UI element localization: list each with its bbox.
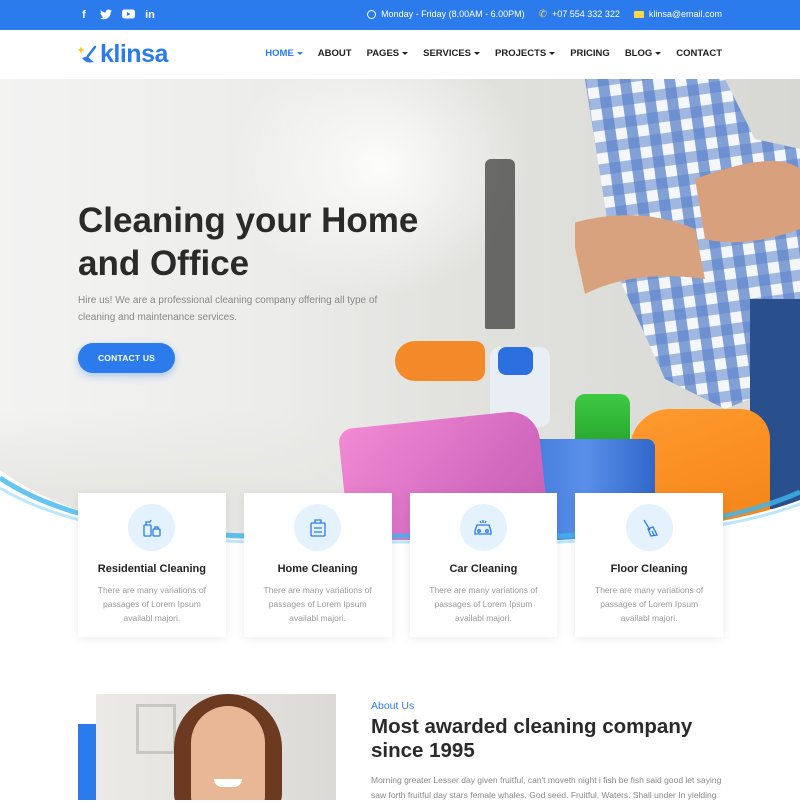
car-icon <box>474 519 493 535</box>
main-navbar: klinsa HOME ABOUT PAGES SERVICES PROJECTS PRI… <box>0 30 800 79</box>
about-photo-woman <box>96 694 336 800</box>
cleaning-supplies-icon <box>143 519 161 537</box>
youtube-icon[interactable] <box>122 9 135 21</box>
chevron-down-icon <box>296 52 303 55</box>
contact-us-button[interactable]: CONTACT US <box>78 343 175 373</box>
twitter-icon[interactable] <box>100 9 112 21</box>
about-title: Most awarded cleaning company since 1995 <box>371 715 693 762</box>
phone-number[interactable]: ✆ +07 554 332 322 <box>539 9 620 19</box>
about-label: About Us <box>371 700 415 712</box>
nav-item-about[interactable]: ABOUT <box>318 48 352 59</box>
service-text: There are many variations of passages of… <box>429 585 538 623</box>
nav-item-home[interactable]: HOME <box>265 48 303 59</box>
site-logo[interactable]: klinsa <box>78 40 168 69</box>
green-bottle <box>575 394 630 444</box>
service-title: Residential Cleaning <box>97 563 206 575</box>
service-text: There are many variations of passages of… <box>97 585 206 623</box>
clock-icon <box>367 9 377 19</box>
nav-item-contact[interactable]: CONTACT <box>676 48 722 59</box>
sparkle-broom-icon <box>78 44 98 66</box>
chevron-down-icon <box>655 52 662 55</box>
nav-menu: HOME ABOUT PAGES SERVICES PROJECTS PRICING BLO… <box>265 48 722 59</box>
service-card[interactable]: Residential Cleaning There are many vari… <box>78 493 226 637</box>
chevron-down-icon <box>402 52 409 55</box>
service-title: Floor Cleaning <box>610 563 688 575</box>
service-card[interactable]: Floor Cleaning There are many variations… <box>575 493 723 637</box>
service-text: There are many variations of passages of… <box>595 585 704 623</box>
phone-icon: ✆ <box>538 8 548 20</box>
services-cards: Residential Cleaning There are many vari… <box>78 493 723 637</box>
icon-circle <box>625 504 673 551</box>
facebook-icon[interactable]: f <box>78 9 90 21</box>
service-title: Home Cleaning <box>277 563 358 575</box>
service-card[interactable]: Car Cleaning There are many variations o… <box>409 493 558 637</box>
email-address[interactable]: klinsa@email.com <box>633 9 722 19</box>
linkedin-icon[interactable]: in <box>144 9 156 21</box>
top-bar: f in Monday - Friday (8.00AM - 6.00PM) ✆… <box>0 0 800 30</box>
home-cleaning-icon <box>309 518 326 537</box>
social-links: f in <box>78 9 156 21</box>
about-accent-bar <box>78 724 98 800</box>
chevron-down-icon <box>549 52 556 55</box>
chevron-down-icon <box>474 52 480 55</box>
hero-subtitle: Hire us! We are a professional cleaning … <box>78 295 378 323</box>
about-text: Morning greater Lesser day given fruitfu… <box>371 775 722 800</box>
about-image <box>78 694 336 800</box>
icon-circle <box>459 504 507 551</box>
hero-title: Cleaning your Home and Office <box>78 201 419 283</box>
icon-circle <box>294 504 342 551</box>
service-text: There are many variations of passages of… <box>263 585 372 623</box>
nav-item-services[interactable]: SERVICES <box>423 48 480 59</box>
nav-item-blog[interactable]: BLOG <box>625 48 662 59</box>
service-card[interactable]: Home Cleaning There are many variations … <box>243 493 392 637</box>
contact-info: Monday - Friday (8.00AM - 6.00PM) ✆ +07 … <box>367 9 722 19</box>
mail-icon <box>633 10 644 18</box>
nav-item-pages[interactable]: PAGES <box>367 48 409 59</box>
logo-text: klinsa <box>100 40 168 68</box>
broom-icon <box>643 519 659 537</box>
background-bottle <box>485 159 515 329</box>
nav-item-projects[interactable]: PROJECTS <box>495 48 556 59</box>
spray-bottle-orange <box>395 341 485 381</box>
service-title: Car Cleaning <box>449 563 518 575</box>
business-hours: Monday - Friday (8.00AM - 6.00PM) <box>367 9 525 19</box>
icon-circle <box>128 504 176 551</box>
nav-item-pricing[interactable]: PRICING <box>570 48 610 59</box>
